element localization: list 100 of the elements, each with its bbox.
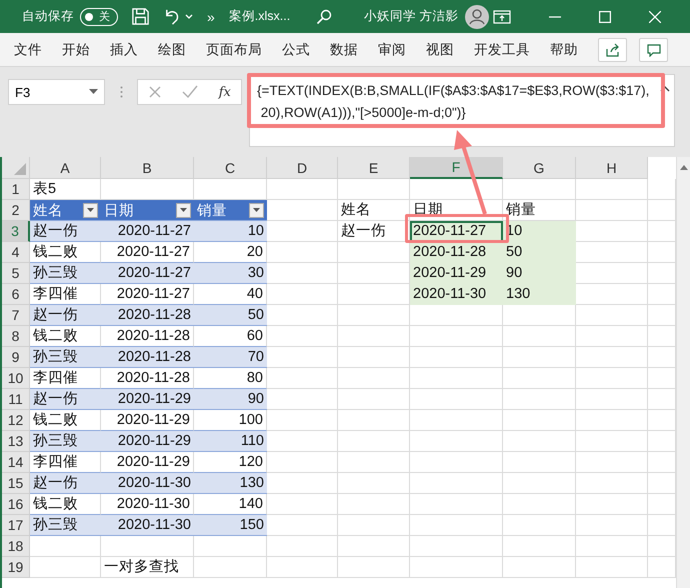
row-header[interactable]: 9 — [2, 347, 30, 368]
ribbon-tab[interactable]: 开始 — [62, 34, 90, 64]
table-cell: 孙三毁 — [30, 347, 101, 368]
row-header[interactable]: 7 — [2, 305, 30, 326]
row-header[interactable]: 6 — [2, 284, 30, 305]
result-cell: 90 — [503, 263, 576, 284]
table-cell: 30 — [194, 263, 267, 284]
ribbon-tab[interactable]: 页面布局 — [206, 34, 262, 64]
table-cell: 150 — [194, 515, 267, 536]
dropdown-arrow-icon — [89, 89, 98, 95]
table-cell: 孙三毁 — [30, 431, 101, 452]
ribbon-tab[interactable]: 审阅 — [378, 34, 406, 64]
table-cell: 90 — [194, 389, 267, 410]
autosave-toggle[interactable]: 关 — [80, 8, 118, 26]
maximize-icon[interactable] — [599, 10, 611, 22]
column-header[interactable]: A — [30, 157, 101, 179]
row-header[interactable]: 11 — [2, 389, 30, 410]
share-button[interactable] — [598, 38, 627, 62]
row-header[interactable]: 5 — [2, 263, 30, 284]
row-header[interactable]: 16 — [2, 494, 30, 515]
share-icon — [606, 42, 620, 56]
table-cell: 2020-11-27 — [101, 221, 194, 242]
row-header[interactable]: 17 — [2, 515, 30, 536]
comment-icon — [646, 42, 660, 56]
table-cell: 2020-11-28 — [101, 305, 194, 326]
column-header[interactable]: B — [101, 157, 194, 179]
user-name: 小妖同学 方洁影 — [364, 8, 459, 25]
more-commands[interactable]: » — [207, 8, 215, 24]
row-header[interactable]: 12 — [2, 410, 30, 431]
insert-function-button[interactable]: fx — [218, 84, 231, 100]
save-icon[interactable] — [131, 7, 150, 26]
row-header[interactable]: 10 — [2, 368, 30, 389]
table-cell: 钱二败 — [30, 242, 101, 263]
row-header[interactable]: 18 — [2, 536, 30, 557]
row-header[interactable]: 3 — [2, 221, 30, 242]
ribbon-tab[interactable]: 帮助 — [550, 34, 578, 64]
scroll-up-icon[interactable] — [680, 165, 688, 170]
table-cell: 2020-11-29 — [101, 431, 194, 452]
dropdown-arrow-icon — [253, 208, 260, 212]
ribbon-tab[interactable]: 插入 — [110, 34, 138, 64]
table-cell: 50 — [194, 305, 267, 326]
column-header[interactable]: F — [410, 157, 503, 179]
table-cell: 钱二败 — [30, 494, 101, 515]
table-cell: 2020-11-29 — [101, 389, 194, 410]
search-icon[interactable] — [316, 8, 332, 24]
column-header[interactable]: G — [503, 157, 576, 179]
lookup-label: 姓名 — [340, 201, 372, 220]
table-cell: 2020-11-27 — [101, 263, 194, 284]
table-cell: 赵一伤 — [30, 389, 101, 410]
table-cell: 赵一伤 — [30, 221, 101, 242]
row-header[interactable]: 2 — [2, 200, 30, 221]
row-header[interactable]: 1 — [2, 179, 30, 200]
row-header[interactable]: 14 — [2, 452, 30, 473]
ribbon-display-icon[interactable] — [493, 8, 511, 24]
table-cell: 赵一伤 — [30, 473, 101, 494]
result-cell: 2020-11-27 — [410, 221, 503, 242]
table-cell: 2020-11-28 — [101, 347, 194, 368]
result-cell: 2020-11-30 — [410, 284, 503, 305]
column-header[interactable]: E — [338, 157, 410, 179]
result-cell: 130 — [503, 284, 576, 305]
ribbon-tab[interactable]: 开发工具 — [474, 34, 530, 64]
ribbon-tab[interactable]: 视图 — [426, 34, 454, 64]
name-box[interactable]: F3 — [8, 79, 105, 105]
table-cell: 孙三毁 — [30, 263, 101, 284]
table-cell: 10 — [194, 221, 267, 242]
lookup-label: 销量 — [505, 201, 537, 220]
filter-button[interactable] — [83, 202, 98, 218]
table-cell: 孙三毁 — [30, 515, 101, 536]
result-cell: 2020-11-28 — [410, 242, 503, 263]
column-header[interactable]: D — [267, 157, 338, 179]
avatar-icon[interactable] — [464, 4, 489, 28]
caret-icon[interactable] — [185, 14, 193, 20]
filter-button[interactable] — [176, 202, 191, 218]
table-cell: 2020-11-30 — [101, 473, 194, 494]
row-header[interactable]: 4 — [2, 242, 30, 263]
result-cell: 50 — [503, 242, 576, 263]
lookup-name: 赵一伤 — [340, 222, 387, 241]
column-header[interactable]: C — [194, 157, 267, 179]
row-header[interactable]: 19 — [2, 557, 30, 578]
table-cell: 2020-11-30 — [101, 515, 194, 536]
row-header[interactable]: 15 — [2, 473, 30, 494]
table-cell: 130 — [194, 473, 267, 494]
ribbon-tab[interactable]: 文件 — [14, 34, 42, 64]
table-cell: 李四催 — [30, 284, 101, 305]
ribbon-tab[interactable]: 公式 — [282, 34, 310, 64]
column-title: 姓名 — [33, 202, 63, 220]
table-cell: 李四催 — [30, 368, 101, 389]
table-cell: 钱二败 — [30, 326, 101, 347]
ribbon-tab[interactable]: 数据 — [330, 34, 358, 64]
table-cell: 110 — [194, 431, 267, 452]
collapse-icon[interactable] — [660, 85, 670, 92]
close-icon[interactable] — [649, 10, 661, 22]
row-header[interactable]: 8 — [2, 326, 30, 347]
ribbon-tab[interactable]: 绘图 — [158, 34, 186, 64]
row-header[interactable]: 13 — [2, 431, 30, 452]
filter-button[interactable] — [249, 202, 264, 218]
column-header[interactable]: H — [576, 157, 648, 179]
comment-button[interactable] — [639, 38, 668, 62]
result-cell: 2020-11-29 — [410, 263, 503, 284]
table-cell: 赵一伤 — [30, 305, 101, 326]
